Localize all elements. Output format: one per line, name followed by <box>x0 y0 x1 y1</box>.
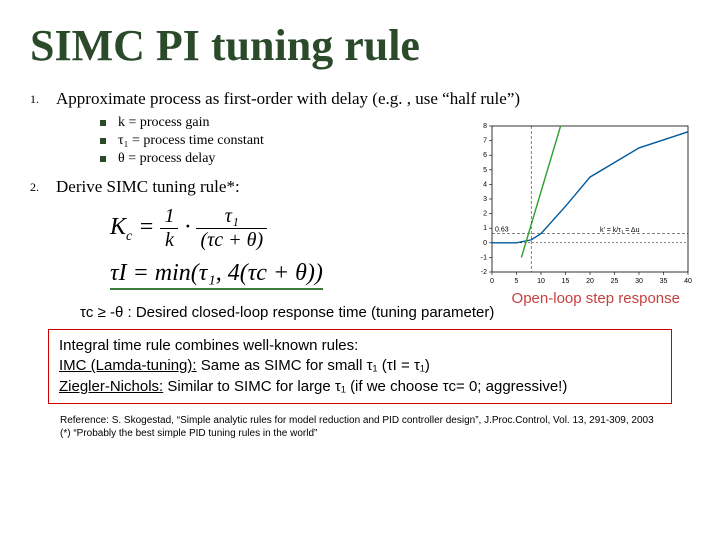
item1-text: Approximate process as first-order with … <box>56 89 690 109</box>
svg-text:10: 10 <box>537 278 545 285</box>
box-line2: IMC (Lamda-tuning): Same as SIMC for sma… <box>59 356 661 376</box>
frac2-top: τ₁ <box>196 205 267 229</box>
kc-dot: · <box>178 214 196 240</box>
reference-1: Reference: S. Skogestad, “Simple analyti… <box>60 414 672 427</box>
sub1-text: k = process gain <box>118 115 210 131</box>
page-title: SIMC PI tuning rule <box>30 20 690 71</box>
svg-text:1: 1 <box>483 225 487 232</box>
svg-text:25: 25 <box>611 278 619 285</box>
ti-expression: τI = min(τ₁, 4(τc + θ)) <box>110 260 323 290</box>
imc-text: Same as SIMC for small τ₁ (τI = τ₁) <box>197 357 430 374</box>
svg-text:30: 30 <box>635 278 643 285</box>
zn-text: Similar to SIMC for large τ₁ (if we choo… <box>163 378 567 395</box>
svg-text:-2: -2 <box>481 269 487 276</box>
svg-text:8: 8 <box>483 123 487 130</box>
frac-1k: 1k <box>160 205 178 252</box>
item2-number: 2. <box>30 177 56 197</box>
item1-number: 1. <box>30 89 56 109</box>
frac2-bot: (τc + θ) <box>196 229 267 252</box>
sub2-text: τ₁ = process time constant <box>118 133 264 149</box>
svg-text:7: 7 <box>483 138 487 145</box>
svg-text:20: 20 <box>586 278 594 285</box>
kc-symbol: K <box>110 214 126 240</box>
zn-label: Ziegler-Nichols: <box>59 378 163 395</box>
reference-2: (*) “Probably the best simple PID tuning… <box>60 427 672 440</box>
svg-text:5: 5 <box>515 278 519 285</box>
box-line1: Integral time rule combines well-known r… <box>59 336 661 356</box>
svg-text:40: 40 <box>684 278 692 285</box>
frac-tau: τ₁(τc + θ) <box>196 205 267 252</box>
bullet-icon <box>100 156 106 162</box>
frac1-bot: k <box>160 229 178 252</box>
box-line3: Ziegler-Nichols: Similar to SIMC for lar… <box>59 377 661 397</box>
svg-text:3: 3 <box>483 196 487 203</box>
chart-caption: Open-loop step response <box>512 290 680 307</box>
rule-comparison-box: Integral time rule combines well-known r… <box>48 329 672 404</box>
svg-text:35: 35 <box>660 278 668 285</box>
step-response-chart: 0 5 10 15 20 25 30 35 40 -2 -1 0 1 2 3 4 5 6 7 8 0.63 k’ = k/… <box>464 120 694 290</box>
svg-text:5: 5 <box>483 167 487 174</box>
bullet-icon <box>100 138 106 144</box>
list-item-1: 1. Approximate process as first-order wi… <box>30 89 690 109</box>
svg-text:2: 2 <box>483 211 487 218</box>
svg-text:4: 4 <box>483 181 487 188</box>
svg-text:15: 15 <box>562 278 570 285</box>
imc-label: IMC (Lamda-tuning): <box>59 357 197 374</box>
sub3-text: θ = process delay <box>118 151 215 167</box>
kc-equals: = <box>132 214 160 240</box>
svg-text:6: 6 <box>483 152 487 159</box>
frac1-top: 1 <box>160 205 178 229</box>
bullet-icon <box>100 120 106 126</box>
svg-text:0.63: 0.63 <box>495 227 509 234</box>
svg-text:-1: -1 <box>481 254 487 261</box>
svg-text:k’ = k/τ₁ = Δu: k’ = k/τ₁ = Δu <box>600 227 640 234</box>
references: Reference: S. Skogestad, “Simple analyti… <box>60 414 672 440</box>
svg-text:0: 0 <box>483 240 487 247</box>
svg-text:0: 0 <box>490 278 494 285</box>
